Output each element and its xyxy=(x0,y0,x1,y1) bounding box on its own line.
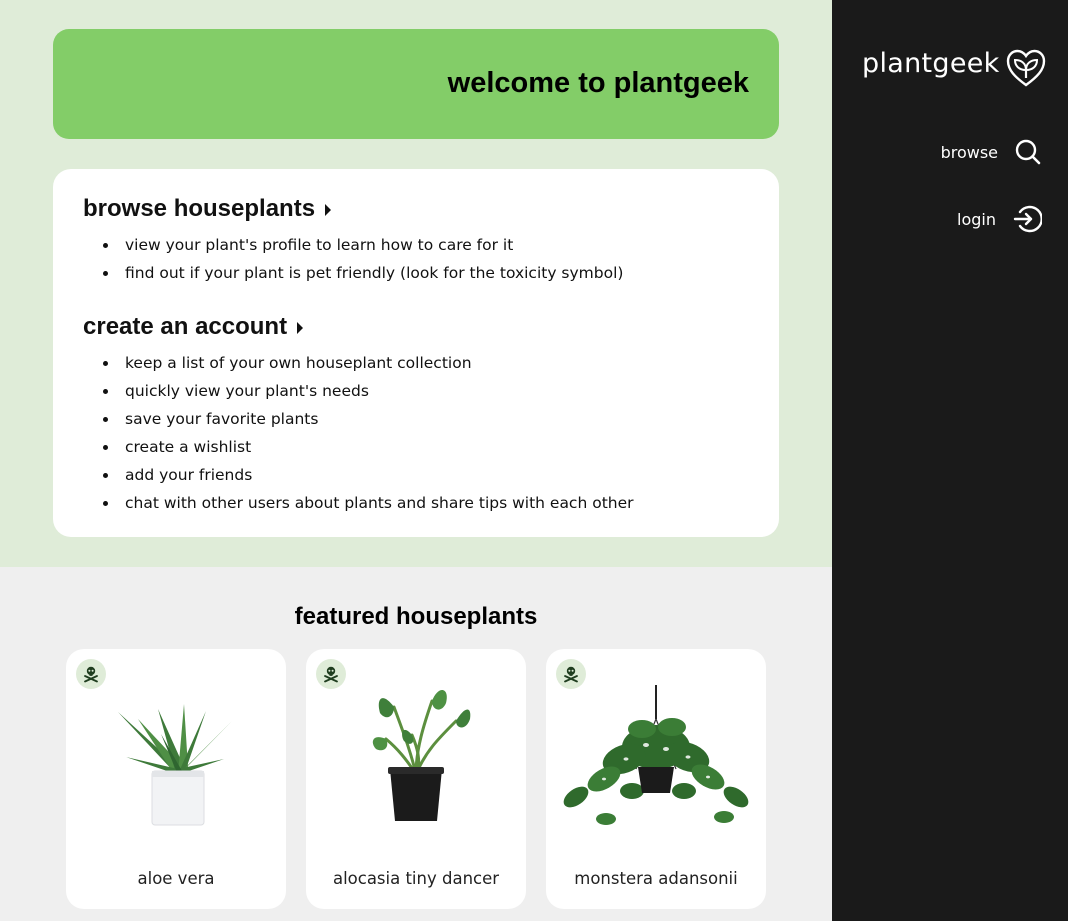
nav-browse-label: browse xyxy=(940,142,998,162)
welcome-banner: welcome to plantgeek xyxy=(53,29,779,139)
info-card: browse houseplants view your plant's pro… xyxy=(53,169,779,537)
account-bullets: keep a list of your own houseplant colle… xyxy=(53,349,634,517)
list-item: save your favorite plants xyxy=(53,405,634,433)
create-account-link[interactable]: create an account xyxy=(83,313,304,341)
plant-card-alocasia-tiny-dancer[interactable]: alocasia tiny dancer xyxy=(306,649,526,909)
plant-name: monstera adansonii xyxy=(574,869,738,888)
sidebar: plantgeek browse login xyxy=(832,0,1068,921)
browse-houseplants-link[interactable]: browse houseplants xyxy=(83,195,332,223)
nav-login[interactable]: login xyxy=(957,204,1042,234)
nav-browse[interactable]: browse xyxy=(941,138,1042,166)
hero-section: welcome to plantgeek browse houseplants … xyxy=(0,0,832,567)
list-item: keep a list of your own houseplant colle… xyxy=(53,349,634,377)
nav-login-label: login xyxy=(957,209,996,229)
logo-text[interactable]: plantgeek xyxy=(862,48,1000,79)
monstera-image xyxy=(563,685,749,825)
browse-bullets: view your plant's profile to learn how t… xyxy=(53,231,623,287)
leaf-heart-icon[interactable] xyxy=(1005,48,1047,95)
welcome-title: welcome to plantgeek xyxy=(447,67,749,99)
plant-card-aloe-vera[interactable]: aloe vera xyxy=(66,649,286,909)
alocasia-image xyxy=(372,689,471,821)
list-item: add your friends xyxy=(53,461,634,489)
featured-title: featured houseplants xyxy=(294,603,538,630)
plant-name: aloe vera xyxy=(137,869,215,888)
plant-card-monstera-adansonii[interactable]: monstera adansonii xyxy=(546,649,766,909)
caret-right-icon xyxy=(325,204,332,216)
list-item: chat with other users about plants and s… xyxy=(53,489,634,517)
account-heading: create an account xyxy=(83,313,288,340)
list-item: find out if your plant is pet friendly (… xyxy=(53,259,623,287)
login-arrow-icon xyxy=(1013,205,1042,233)
list-item: view your plant's profile to learn how t… xyxy=(53,231,623,259)
list-item: quickly view your plant's needs xyxy=(53,377,634,405)
plant-name: alocasia tiny dancer xyxy=(332,869,500,888)
main-content: welcome to plantgeek browse houseplants … xyxy=(0,0,832,921)
aloe-vera-image xyxy=(118,704,232,826)
browse-heading: browse houseplants xyxy=(83,195,316,222)
caret-right-icon xyxy=(297,322,304,334)
list-item: create a wishlist xyxy=(53,433,634,461)
search-icon xyxy=(1015,139,1041,165)
